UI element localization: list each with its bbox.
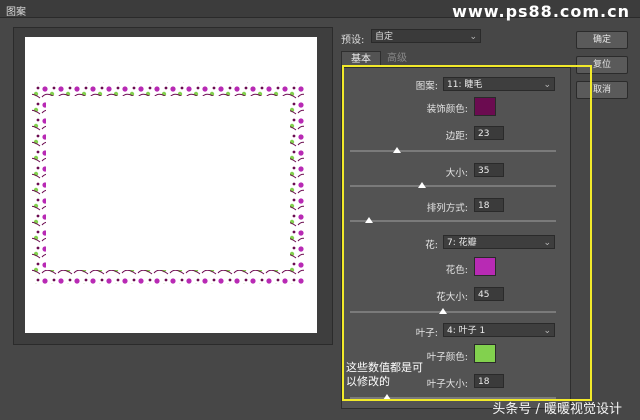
title-bar: 图案 www.ps88.com.cn	[0, 0, 640, 21]
highlight-box	[342, 65, 592, 401]
preset-select[interactable]: 自定 ⌄	[371, 29, 481, 43]
preview-canvas	[25, 37, 317, 333]
chevron-down-icon: ⌄	[469, 32, 477, 42]
preset-label: 预设:	[341, 35, 365, 46]
annotation-note: 这些数值都是可以修改的	[346, 361, 423, 388]
watermark-bottom: 头条号 / 暖暖视觉设计	[492, 402, 622, 417]
watermark-top: www.ps88.com.cn	[452, 2, 630, 21]
frame-pattern-preview	[32, 82, 304, 284]
preset-value: 自定	[375, 32, 394, 42]
ok-button[interactable]: 确定	[576, 31, 628, 49]
window-title: 图案	[6, 7, 26, 18]
